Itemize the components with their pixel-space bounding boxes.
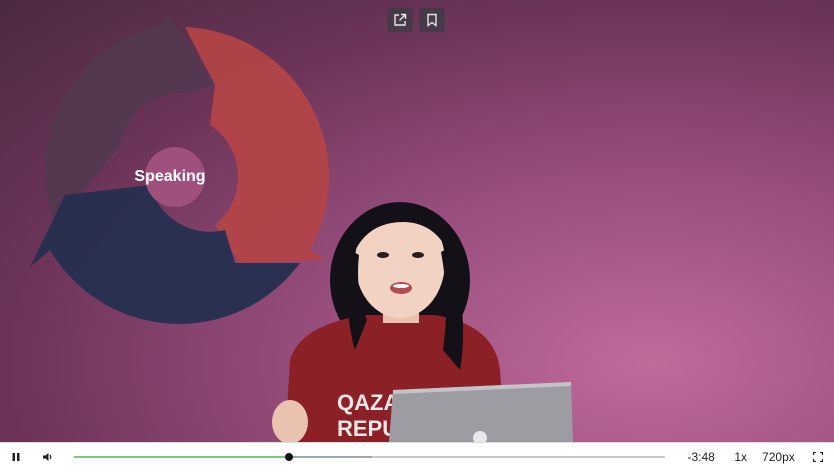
progress-handle[interactable] — [285, 453, 294, 461]
volume-icon — [42, 453, 51, 461]
time-remaining: -3:48 — [687, 450, 715, 464]
presenter-image: QAZA REPU — [272, 202, 573, 442]
diagram-label: Speaking — [134, 168, 205, 185]
fullscreen-button[interactable] — [802, 443, 834, 470]
quality-button[interactable]: 720px — [755, 450, 803, 464]
share-icon — [394, 13, 407, 26]
fullscreen-icon — [813, 452, 824, 462]
shirt-text-line1: QAZA — [337, 390, 399, 415]
shirt-text-line2: REPU — [337, 416, 398, 441]
share-button[interactable] — [387, 8, 413, 32]
top-action-bar — [387, 8, 445, 32]
playback-speed-button[interactable]: 1x — [727, 450, 755, 464]
progress-bar[interactable] — [73, 453, 666, 461]
video-player: Speaking QAZA REPU -3:48 1x 720px — [0, 0, 834, 470]
video-frame[interactable]: Speaking QAZA REPU — [0, 0, 834, 442]
control-bar: -3:48 1x 720px — [0, 442, 834, 470]
bookmark-icon — [427, 13, 437, 27]
pause-icon — [12, 453, 20, 461]
progress-played — [73, 456, 290, 458]
bookmark-button[interactable] — [419, 8, 445, 32]
pause-button[interactable] — [0, 443, 32, 470]
volume-button[interactable] — [32, 443, 64, 470]
